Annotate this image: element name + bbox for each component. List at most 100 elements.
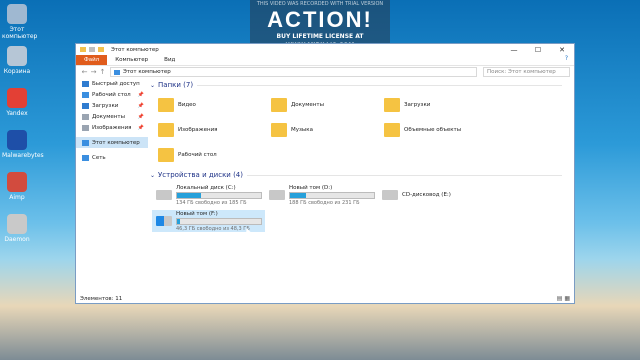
- folder-label: Объемные объекты: [404, 127, 462, 133]
- sidebar-item[interactable]: Быстрый доступ: [76, 78, 148, 89]
- status-text: Элементов: 11: [80, 296, 123, 302]
- desktop-icon[interactable]: Daemon: [2, 214, 32, 243]
- sidebar-item[interactable]: Рабочий стол 📌: [76, 89, 148, 100]
- minimize-button[interactable]: —: [502, 46, 526, 54]
- drive-name: CD-дисковод (E:): [402, 192, 451, 198]
- folder-icon: [158, 148, 174, 162]
- drive-item[interactable]: Новый том (D:) 188 ГБ свободно из 231 ГБ: [265, 184, 378, 206]
- help-button[interactable]: ?: [559, 55, 574, 65]
- desktop-icon[interactable]: Aimp: [2, 172, 32, 201]
- app-icon: [7, 130, 27, 150]
- close-button[interactable]: ✕: [550, 46, 574, 54]
- drive-icon: [269, 190, 285, 200]
- folder-item[interactable]: Видео: [158, 94, 271, 116]
- sidebar-item-label: Быстрый доступ: [92, 80, 140, 87]
- folder-item[interactable]: Изображения: [158, 119, 271, 141]
- sidebar-item-label: Рабочий стол: [92, 91, 131, 98]
- folder-item[interactable]: Музыка: [271, 119, 384, 141]
- folder-icon: [271, 98, 287, 112]
- maximize-button[interactable]: ☐: [526, 46, 550, 54]
- desktop-icon[interactable]: Yandex: [2, 88, 32, 117]
- folder-item[interactable]: Документы: [271, 94, 384, 116]
- desktop-icon[interactable]: Корзина: [2, 46, 32, 75]
- folder-icon: [80, 47, 86, 52]
- back-arrow-icon[interactable]: ←: [80, 68, 89, 76]
- drives-group-header[interactable]: ⌄ Устройства и диски (4): [150, 170, 562, 180]
- chevron-down-icon: ⌄: [150, 171, 156, 179]
- folder-label: Изображения: [178, 127, 218, 133]
- properties-icon[interactable]: [89, 47, 95, 52]
- desktop-icon-label: Этот компьютер: [2, 26, 38, 40]
- view-toggle-buttons[interactable]: ▤ ▦: [557, 295, 570, 302]
- desktop-icon[interactable]: Этот компьютер: [2, 4, 38, 40]
- sidebar-item[interactable]: Изображения 📌: [76, 122, 148, 133]
- tab-file[interactable]: Файл: [76, 55, 108, 65]
- up-arrow-icon[interactable]: ↑: [98, 68, 107, 76]
- pin-icon[interactable]: 📌: [138, 125, 144, 131]
- title-bar[interactable]: Этот компьютер — ☐ ✕: [76, 44, 574, 55]
- folders-group-label: Папки (7): [158, 81, 194, 89]
- sidebar-item[interactable]: Сеть: [76, 152, 148, 163]
- sidebar-item-label: Сеть: [92, 154, 106, 161]
- drive-item[interactable]: CD-дисковод (E:): [378, 184, 491, 206]
- desktop-icon-label: Malwarebytes: [2, 152, 44, 159]
- watermark-top-text: THIS VIDEO WAS RECORDED WITH TRIAL VERSI…: [256, 1, 384, 7]
- folder-icon: [271, 123, 287, 137]
- desktop-icon[interactable]: Malwarebytes: [2, 130, 44, 159]
- pin-icon[interactable]: 📌: [138, 103, 144, 109]
- sidebar-item-label: Документы: [92, 113, 125, 120]
- window-title: Этот компьютер: [111, 46, 159, 53]
- pin-icon[interactable]: 📌: [138, 92, 144, 98]
- drive-name: Новый том (D:): [289, 184, 333, 191]
- folder-icon: [384, 123, 400, 137]
- address-row: ← → ↑ Этот компьютер Поиск: Этот компьют…: [76, 66, 574, 78]
- drive-name: Новый том (F:): [176, 210, 218, 217]
- navigation-pane: Быстрый доступ Рабочий стол 📌 Загрузки 📌 Доку…: [76, 78, 148, 293]
- star-icon: [82, 80, 89, 87]
- app-icon: [7, 46, 27, 66]
- app-icon: [7, 88, 27, 108]
- content-area: ⌄ Папки (7) Видео Документы Загрузки Изобра…: [150, 80, 562, 293]
- new-folder-icon[interactable]: [98, 47, 104, 52]
- address-bar[interactable]: Этот компьютер: [110, 67, 477, 77]
- chevron-down-icon: ⌄: [150, 81, 156, 89]
- app-icon: [7, 214, 27, 234]
- folder-label: Рабочий стол: [178, 152, 217, 158]
- search-input[interactable]: Поиск: Этот компьютер: [483, 67, 570, 77]
- capacity-fill: [290, 192, 306, 198]
- drive-icon: [156, 216, 172, 226]
- sidebar-item[interactable]: Документы 📌: [76, 111, 148, 122]
- explorer-window: Этот компьютер — ☐ ✕ Файл Компьютер Вид …: [75, 43, 575, 304]
- sidebar-item-label: Изображения: [92, 124, 132, 131]
- folder-label: Видео: [178, 102, 196, 108]
- sidebar-item[interactable]: Загрузки 📌: [76, 100, 148, 111]
- capacity-fill: [177, 218, 181, 224]
- sidebar-item[interactable]: Этот компьютер: [76, 137, 148, 148]
- capacity-fill: [177, 192, 201, 198]
- folder-label: Документы: [291, 102, 324, 108]
- folder-item[interactable]: Объемные объекты: [384, 119, 497, 141]
- drives-group-label: Устройства и диски (4): [158, 171, 243, 179]
- download-icon: [82, 102, 89, 109]
- pc-icon: [82, 139, 89, 146]
- drive-item[interactable]: Локальный диск (C:) 134 ГБ свободно из 18…: [152, 184, 265, 206]
- folder-icon: [158, 98, 174, 112]
- tab-computer[interactable]: Компьютер: [107, 55, 156, 65]
- drive-icon: [156, 190, 172, 200]
- watermark-brand: ACTION!: [267, 7, 373, 32]
- pictures-icon: [82, 124, 89, 131]
- folder-label: Загрузки: [404, 102, 431, 108]
- folder-icon: [384, 98, 400, 112]
- pc-icon: [114, 69, 120, 75]
- folders-group-header[interactable]: ⌄ Папки (7): [150, 80, 562, 90]
- forward-arrow-icon[interactable]: →: [89, 68, 98, 76]
- drive-free-space: 188 ГБ свободно из 231 ГБ: [289, 199, 360, 206]
- folder-item[interactable]: Загрузки: [384, 94, 497, 116]
- desktop-icon-label: Корзина: [3, 68, 31, 75]
- app-icon: [7, 172, 27, 192]
- network-icon: [82, 154, 89, 161]
- tab-view[interactable]: Вид: [156, 55, 183, 65]
- pin-icon[interactable]: 📌: [138, 114, 144, 120]
- desktop-icon-label: Daemon: [4, 236, 30, 243]
- folder-item[interactable]: Рабочий стол: [158, 144, 271, 166]
